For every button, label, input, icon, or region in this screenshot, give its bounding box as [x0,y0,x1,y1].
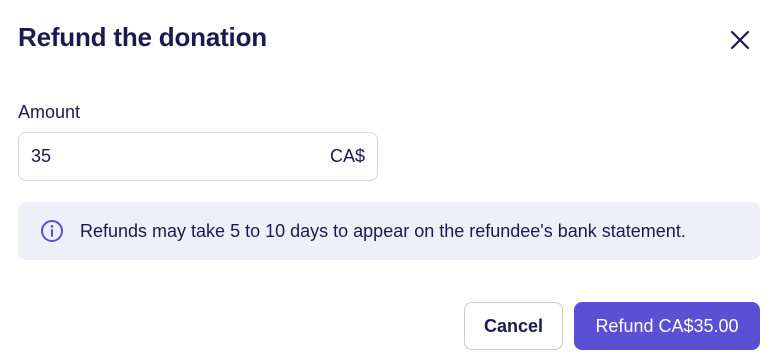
dialog-title: Refund the donation [18,22,267,52]
info-icon [40,219,64,243]
close-button[interactable] [724,24,756,56]
amount-field[interactable]: CA$ [18,132,378,181]
info-text: Refunds may take 5 to 10 days to appear … [80,220,686,241]
amount-input[interactable] [31,146,330,167]
info-banner: Refunds may take 5 to 10 days to appear … [18,202,760,260]
close-icon [730,30,750,50]
refund-button[interactable]: Refund CA$35.00 [574,302,760,350]
currency-suffix: CA$ [329,146,365,166]
cancel-button[interactable]: Cancel [464,302,563,350]
amount-label: Amount [18,102,81,122]
refund-dialog: Refund the donation Amount CA$ Refunds m… [0,0,776,364]
